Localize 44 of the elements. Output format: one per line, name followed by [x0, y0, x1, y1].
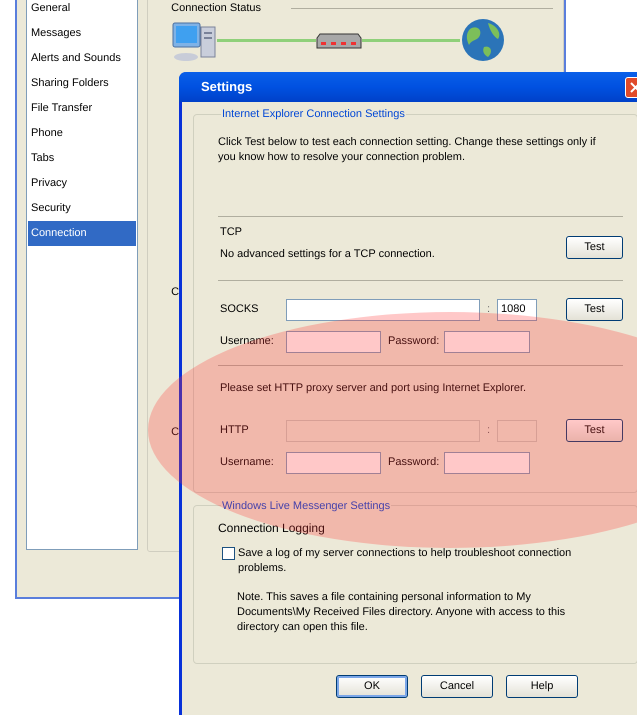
checkbox-label: Save a log of my server connections to help troubleshoot connection problems. [238, 546, 572, 576]
username-label: Username: [220, 455, 275, 470]
password-label: Password: [387, 455, 440, 470]
category-item[interactable]: Messages [28, 21, 136, 46]
server-field[interactable] [286, 298, 480, 320]
password-field[interactable] [444, 452, 530, 474]
username-field[interactable] [286, 452, 381, 474]
privacy-note: Note. This saves a file containing personal information to My Documents\My Received Files directory. Anyone with access to this directory can open this file. [237, 590, 566, 635]
log-checkbox[interactable] [222, 547, 235, 560]
category-item[interactable]: Alerts and Sounds [28, 46, 136, 71]
category-item[interactable]: Privacy [28, 171, 136, 196]
group-title: Internet Explorer Connection Settings [221, 107, 406, 122]
http-note: Please set HTTP proxy server and port using Internet Explorer. [219, 380, 528, 396]
dialog-title: Settings [201, 78, 254, 96]
group-title: Windows Live Messenger Settings [221, 498, 392, 514]
tcp-label: TCP [220, 224, 243, 238]
username-field[interactable] [286, 330, 381, 352]
tcp-note: No advanced settings for a TCP connection. [220, 246, 436, 260]
test-button[interactable]: Test [566, 236, 623, 258]
category-item[interactable]: Sharing Folders [28, 71, 136, 96]
username-label: Username: [220, 334, 275, 350]
colon-separator: : [486, 423, 492, 438]
dialog-button[interactable]: OK [336, 674, 408, 698]
proxy-type-label: SOCKS [220, 302, 260, 318]
category-item[interactable]: Security [28, 196, 136, 221]
dialog-button[interactable]: Help [506, 674, 578, 698]
section-title: Connection Status [171, 0, 262, 16]
dialog-button[interactable]: Cancel [421, 674, 493, 698]
port-field[interactable]: 1080 [497, 298, 537, 320]
test-button[interactable]: Test [566, 298, 623, 321]
category-item[interactable]: General [28, 0, 136, 21]
password-label: Password: [387, 334, 440, 350]
colon-separator: : [486, 302, 492, 318]
proxy-type-label: HTTP [220, 423, 250, 438]
category-item[interactable]: Connection [28, 221, 136, 246]
cut-label: C [171, 286, 180, 299]
globe-icon [460, 17, 506, 63]
intro-text: Click Test below to test each connection setting. Change these settings only if you know how to resolve your connection problem. [218, 134, 597, 164]
category-item[interactable]: Tabs [28, 146, 136, 171]
category-item[interactable]: Phone [28, 121, 136, 146]
category-item[interactable]: File Transfer [28, 96, 136, 121]
logging-subtitle: Connection Logging [218, 521, 326, 535]
cut-label: C [171, 426, 180, 439]
password-field[interactable] [444, 330, 530, 352]
